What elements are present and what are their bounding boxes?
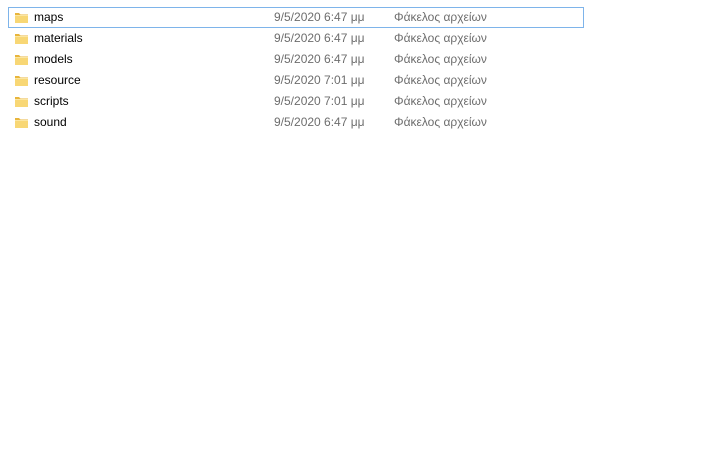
- file-row-models[interactable]: models 9/5/2020 6:47 μμ Φάκελος αρχείων: [8, 49, 584, 70]
- file-name: materials: [34, 31, 83, 45]
- file-date-modified: 9/5/2020 7:01 μμ: [274, 94, 365, 108]
- file-row-materials[interactable]: materials 9/5/2020 6:47 μμ Φάκελος αρχεί…: [8, 28, 584, 49]
- file-name: scripts: [34, 94, 69, 108]
- file-date-modified: 9/5/2020 6:47 μμ: [274, 31, 365, 45]
- file-name: models: [34, 52, 73, 66]
- file-row-sound[interactable]: sound 9/5/2020 6:47 μμ Φάκελος αρχείων: [8, 112, 584, 133]
- file-list: maps 9/5/2020 6:47 μμ Φάκελος αρχείων ma…: [8, 7, 584, 133]
- file-date-modified: 9/5/2020 6:47 μμ: [274, 10, 365, 24]
- file-row-maps[interactable]: maps 9/5/2020 6:47 μμ Φάκελος αρχείων: [8, 7, 584, 28]
- folder-icon: [14, 10, 29, 25]
- folder-icon: [14, 94, 29, 109]
- file-type: Φάκελος αρχείων: [394, 31, 487, 45]
- folder-icon: [14, 31, 29, 46]
- folder-icon: [14, 73, 29, 88]
- file-name: sound: [34, 115, 67, 129]
- file-row-resource[interactable]: resource 9/5/2020 7:01 μμ Φάκελος αρχείω…: [8, 70, 584, 91]
- file-date-modified: 9/5/2020 7:01 μμ: [274, 73, 365, 87]
- file-type: Φάκελος αρχείων: [394, 10, 487, 24]
- file-type: Φάκελος αρχείων: [394, 52, 487, 66]
- file-date-modified: 9/5/2020 6:47 μμ: [274, 52, 365, 66]
- folder-icon: [14, 115, 29, 130]
- folder-icon: [14, 52, 29, 67]
- file-name: maps: [34, 10, 64, 24]
- file-date-modified: 9/5/2020 6:47 μμ: [274, 115, 365, 129]
- file-type: Φάκελος αρχείων: [394, 73, 487, 87]
- file-type: Φάκελος αρχείων: [394, 115, 487, 129]
- file-name: resource: [34, 73, 81, 87]
- file-row-scripts[interactable]: scripts 9/5/2020 7:01 μμ Φάκελος αρχείων: [8, 91, 584, 112]
- file-type: Φάκελος αρχείων: [394, 94, 487, 108]
